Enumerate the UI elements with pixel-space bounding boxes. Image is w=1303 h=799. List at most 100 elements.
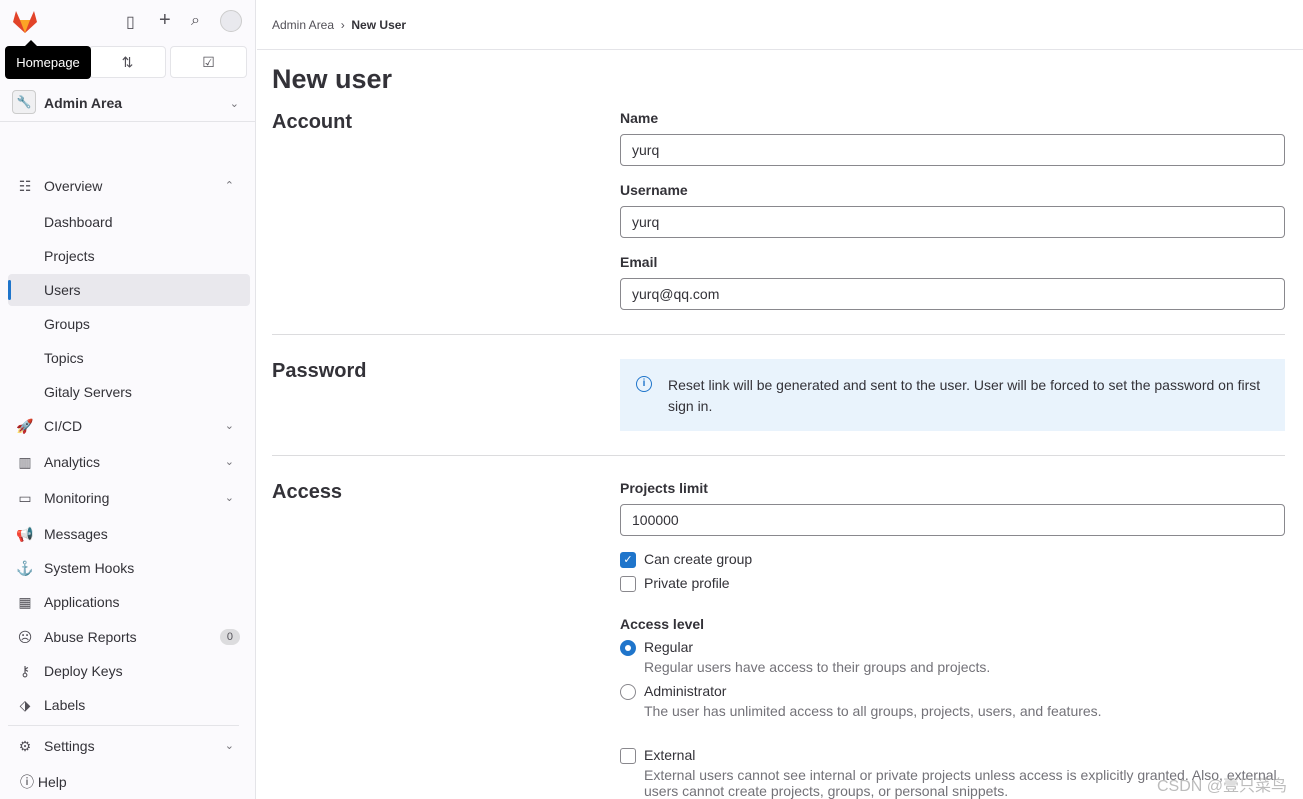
sidebar-item-label: Gitaly Servers: [44, 384, 132, 400]
password-info-alert: i Reset link will be generated and sent t…: [620, 359, 1285, 431]
sidebar-item-label: Groups: [44, 316, 90, 332]
sidebar-item-monitoring[interactable]: ▭ Monitoring ⌄: [8, 482, 250, 514]
divider: [272, 334, 1285, 335]
regular-help: Regular users have access to their group…: [644, 659, 991, 675]
sidebar-item-label: Overview: [44, 178, 103, 194]
divider: [272, 455, 1285, 456]
abuse-icon: ☹: [17, 629, 33, 645]
todos-tab[interactable]: ☑: [170, 46, 247, 78]
sidebar-item-label: Projects: [44, 248, 95, 264]
chevron-icon: ⌃: [224, 180, 234, 192]
name-input[interactable]: yurq: [620, 134, 1285, 166]
bullhorn-icon: 📢: [16, 526, 34, 542]
sidebar-item-labels[interactable]: ⬗ Labels: [8, 689, 250, 721]
watermark: CSDN @壹只菜鸟: [1156, 778, 1287, 795]
chevron-icon: ⌄: [224, 456, 234, 468]
sidebar-item-deploy-keys[interactable]: ⚷ Deploy Keys: [8, 655, 250, 687]
alert-text: Reset link will be generated and sent to…: [668, 377, 1261, 414]
sidebar-item-system-hooks[interactable]: ⚓ System Hooks: [8, 552, 250, 584]
count-badge: 0: [219, 629, 240, 645]
projects-limit-label: Projects limit: [620, 480, 708, 496]
search-icon[interactable]: ⌕: [191, 12, 200, 30]
chart-icon: ▥: [18, 454, 32, 470]
settings-icon: ⚙: [18, 738, 32, 754]
sidebar-item-abuse-reports[interactable]: ☹ Abuse Reports 0: [8, 621, 250, 653]
sidebar: ▯ + ⌕ Homepage ⇅ ☑ 🔧 Admin Area ⌄ ☷ Overv…: [0, 0, 256, 799]
sidebar-item-label: Analytics: [44, 454, 101, 470]
can-create-group-checkbox[interactable]: ✓: [620, 552, 636, 568]
regular-label[interactable]: Regular: [644, 639, 693, 655]
breadcrumb-current: New User: [351, 18, 407, 32]
monitor-icon: ▭: [18, 490, 32, 506]
sidebar-item-gitaly-servers[interactable]: Gitaly Servers: [8, 376, 250, 408]
plus-icon[interactable]: +: [159, 9, 171, 32]
sidebar-item-label: Abuse Reports: [44, 629, 137, 645]
sidebar-item-label: Messages: [44, 526, 108, 542]
sidebar-item-analytics[interactable]: ▥ Analytics ⌄: [8, 446, 250, 478]
administrator-radio[interactable]: [620, 684, 636, 700]
private-profile-label[interactable]: Private profile: [644, 575, 730, 591]
sidebar-item-label: Dashboard: [44, 214, 113, 230]
sidebar-item-groups[interactable]: Groups: [8, 308, 250, 340]
wrench-icon: 🔧: [12, 90, 36, 114]
sidebar-item-label: CI/CD: [44, 418, 83, 434]
sidebar-item-topics[interactable]: Topics: [8, 342, 250, 374]
sidebar-item-overview[interactable]: ☷ Overview ⌃: [8, 170, 250, 202]
sidebar-item-label: Deploy Keys: [44, 663, 123, 679]
breadcrumb-admin[interactable]: Admin Area: [272, 18, 334, 32]
help-label: Help: [37, 774, 67, 790]
chevron-icon: ⌄: [224, 740, 234, 752]
sidebar-item-users[interactable]: Users: [8, 274, 250, 306]
can-create-group-label[interactable]: Can create group: [644, 551, 752, 567]
sidebar-item-label: Settings: [44, 738, 95, 754]
regular-radio[interactable]: [620, 640, 636, 656]
private-profile-checkbox[interactable]: [620, 576, 636, 592]
label-icon: ⬗: [19, 697, 31, 713]
sidebar-item-label: Applications: [44, 594, 120, 610]
external-checkbox[interactable]: [620, 748, 636, 764]
access-heading: Access: [272, 481, 343, 503]
username-input[interactable]: yurq: [620, 206, 1285, 238]
context-label: Admin Area: [44, 95, 123, 111]
key-icon: ⚷: [19, 663, 31, 679]
anchor-icon: ⚓: [16, 560, 34, 576]
avatar[interactable]: [220, 10, 242, 32]
breadcrumb: Admin Area › New User: [257, 0, 1303, 50]
applications-icon: ▦: [18, 594, 32, 610]
email-label: Email: [620, 254, 658, 270]
chevron-icon: ⌄: [224, 420, 234, 432]
rocket-icon: 🚀: [16, 418, 34, 434]
sidebar-item-dashboard[interactable]: Dashboard: [8, 206, 250, 238]
chevron-down-icon: ⌄: [229, 98, 239, 110]
sidebar-toggle-icon[interactable]: ▯: [126, 12, 135, 32]
sidebar-item-applications[interactable]: ▦ Applications: [8, 586, 250, 618]
sidebar-item-label: Monitoring: [44, 490, 110, 506]
sidebar-item-label: Users: [44, 282, 81, 298]
sidebar-item-label: System Hooks: [44, 560, 135, 576]
gitlab-logo-icon[interactable]: [12, 10, 38, 34]
sidebar-item-settings[interactable]: ⚙ Settings ⌄: [8, 730, 250, 762]
username-label: Username: [620, 182, 688, 198]
merge-requests-tab[interactable]: ⇅: [89, 46, 166, 78]
name-label: Name: [620, 110, 659, 126]
sidebar-item-label: Topics: [44, 350, 84, 366]
account-heading: Account: [272, 111, 352, 133]
administrator-help: The user has unlimited access to all gro…: [644, 703, 1102, 719]
external-label[interactable]: External: [644, 747, 695, 763]
projects-limit-input[interactable]: 100000: [620, 504, 1285, 536]
administrator-label[interactable]: Administrator: [644, 683, 726, 699]
help-button[interactable]: ⓘ Help: [20, 772, 67, 792]
context-switcher[interactable]: 🔧 Admin Area ⌄: [0, 86, 255, 122]
password-heading: Password: [272, 360, 367, 382]
sidebar-item-ci-cd[interactable]: 🚀 CI/CD ⌄: [8, 410, 250, 442]
sidebar-item-messages[interactable]: 📢 Messages: [8, 518, 250, 550]
overview-icon: ☷: [18, 178, 32, 194]
chevron-icon: ⌄: [224, 492, 234, 504]
page-title: New user: [272, 64, 393, 94]
merge-request-icon: ⇅: [121, 54, 134, 70]
main-content: Admin Area › New User New user Account N…: [257, 0, 1303, 799]
todo-icon: ☑: [202, 54, 215, 70]
email-input[interactable]: yurq@qq.com: [620, 278, 1285, 310]
sidebar-item-projects[interactable]: Projects: [8, 240, 250, 272]
info-icon: i: [636, 376, 652, 392]
